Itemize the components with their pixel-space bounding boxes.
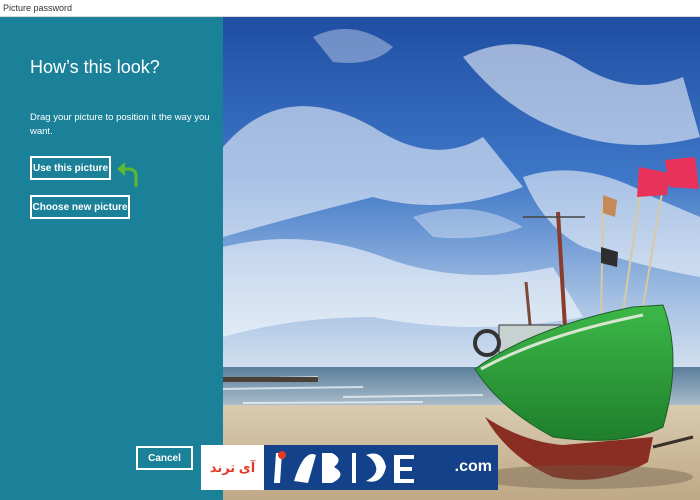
use-this-picture-button[interactable]: Use this picture [30,156,111,180]
beach-boat-image [223,17,700,500]
window-title-bar: Picture password [0,0,700,17]
watermark-fa-text: آی ترند [201,445,264,490]
cancel-button[interactable]: Cancel [136,446,193,470]
watermark-letters-icon [274,451,414,483]
watermark-com-text: .com [454,458,492,475]
password-picture[interactable] [223,17,700,500]
window-title: Picture password [3,3,73,13]
page-heading: How’s this look? [30,57,160,77]
setup-panel: How’s this look? Drag your picture to po… [0,17,223,500]
choose-new-picture-button[interactable]: Choose new picture [30,195,130,219]
watermark-logo: .com [264,445,498,490]
site-watermark: آی ترند .com [201,445,498,490]
instructions-text: Drag your picture to position it the way… [30,112,210,137]
curved-arrow-icon [117,162,138,187]
